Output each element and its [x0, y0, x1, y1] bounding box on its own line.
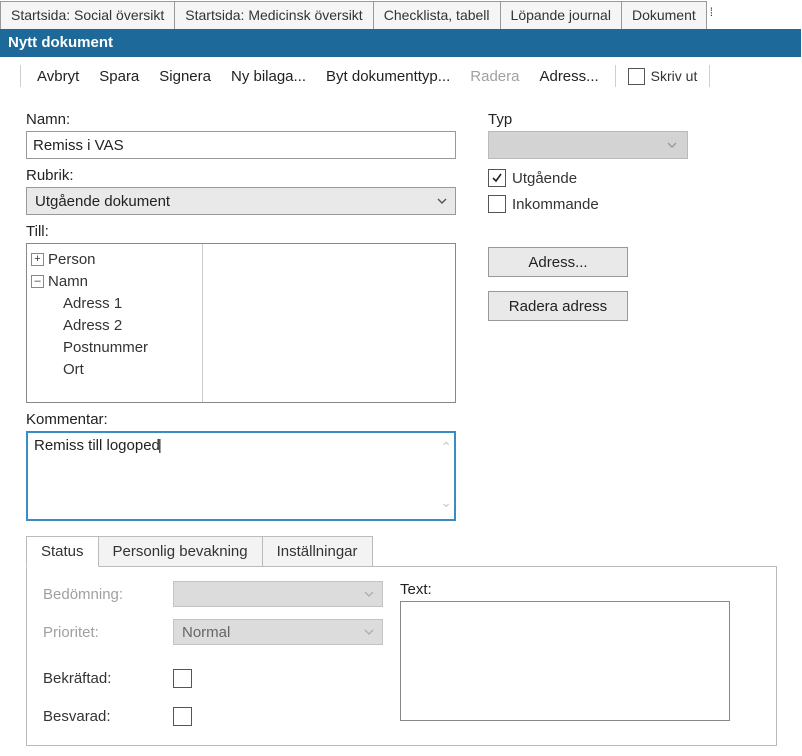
bedomning-label: Bedömning: — [43, 586, 173, 603]
change-doctype-button[interactable]: Byt dokumenttyp... — [316, 66, 460, 87]
chevron-down-icon — [665, 138, 679, 152]
kommentar-textarea[interactable]: Remiss till logoped — [26, 431, 456, 521]
kommentar-value: Remiss till logoped — [34, 437, 162, 454]
inkommande-checkbox[interactable] — [488, 195, 506, 213]
chevron-down-icon — [362, 625, 376, 639]
namn-input[interactable] — [26, 131, 456, 159]
tree-expand-icon[interactable]: + — [31, 253, 44, 266]
tab-dokument[interactable]: Dokument — [621, 1, 707, 29]
namn-label: Namn: — [26, 111, 456, 128]
sign-button[interactable]: Signera — [149, 66, 221, 87]
bedomning-select — [173, 581, 383, 607]
tree-item-ort[interactable]: Ort — [63, 361, 84, 378]
typ-label: Typ — [488, 111, 777, 128]
delete-button: Radera — [460, 66, 529, 87]
radera-adress-button[interactable]: Radera adress — [488, 291, 628, 321]
besvarad-label: Besvarad: — [43, 708, 173, 725]
save-button[interactable]: Spara — [89, 66, 149, 87]
utgaende-label: Utgående — [512, 170, 577, 187]
text-textarea[interactable] — [400, 601, 730, 721]
utgaende-checkbox[interactable] — [488, 169, 506, 187]
toolbar: Avbryt Spara Signera Ny bilaga... Byt do… — [0, 57, 801, 97]
rubrik-select[interactable]: Utgående dokument — [26, 187, 456, 215]
window-title: Nytt dokument — [0, 29, 801, 57]
besvarad-checkbox[interactable] — [173, 707, 192, 726]
tab-social-oversikt[interactable]: Startsida: Social översikt — [0, 1, 175, 29]
adress-button[interactable]: Adress... — [488, 247, 628, 277]
tab-checklista[interactable]: Checklista, tabell — [373, 1, 501, 29]
kommentar-label: Kommentar: — [26, 411, 456, 428]
address-button[interactable]: Adress... — [529, 66, 608, 87]
tab-medicinsk-oversikt[interactable]: Startsida: Medicinsk översikt — [174, 1, 373, 29]
cancel-button[interactable]: Avbryt — [27, 66, 89, 87]
chevron-down-icon — [435, 194, 449, 208]
tab-installningar[interactable]: Inställningar — [263, 536, 373, 567]
tab-status[interactable]: Status — [26, 536, 99, 567]
bekraftad-label: Bekräftad: — [43, 670, 173, 687]
tabs-overflow-icon[interactable]: ⁞ — [707, 0, 716, 28]
text-label: Text: — [400, 581, 730, 598]
typ-select[interactable] — [488, 131, 688, 159]
print-label: Skriv ut — [651, 68, 698, 84]
tree-item-adress2[interactable]: Adress 2 — [63, 317, 122, 334]
tree-item-postnummer[interactable]: Postnummer — [63, 339, 148, 356]
print-checkbox[interactable] — [628, 68, 645, 85]
till-detail-panel — [203, 244, 455, 402]
bekraftad-checkbox[interactable] — [173, 669, 192, 688]
prioritet-select: Normal — [173, 619, 383, 645]
rubrik-value: Utgående dokument — [35, 193, 170, 210]
till-tree[interactable]: + Person – Namn Adress 1 Adress 2 — [27, 244, 203, 402]
prioritet-value: Normal — [182, 624, 230, 641]
tree-item-adress1[interactable]: Adress 1 — [63, 295, 122, 312]
prioritet-label: Prioritet: — [43, 624, 173, 641]
new-attachment-button[interactable]: Ny bilaga... — [221, 66, 316, 87]
chevron-down-icon — [362, 587, 376, 601]
rubrik-label: Rubrik: — [26, 167, 456, 184]
till-label: Till: — [26, 223, 456, 240]
till-box: + Person – Namn Adress 1 Adress 2 — [26, 243, 456, 403]
tab-personlig-bevakning[interactable]: Personlig bevakning — [99, 536, 263, 567]
tree-item-namn[interactable]: Namn — [48, 273, 88, 290]
tab-lopande-journal[interactable]: Löpande journal — [500, 1, 622, 29]
inkommande-label: Inkommande — [512, 196, 599, 213]
tree-collapse-icon[interactable]: – — [31, 275, 44, 288]
tree-item-person[interactable]: Person — [48, 251, 96, 268]
